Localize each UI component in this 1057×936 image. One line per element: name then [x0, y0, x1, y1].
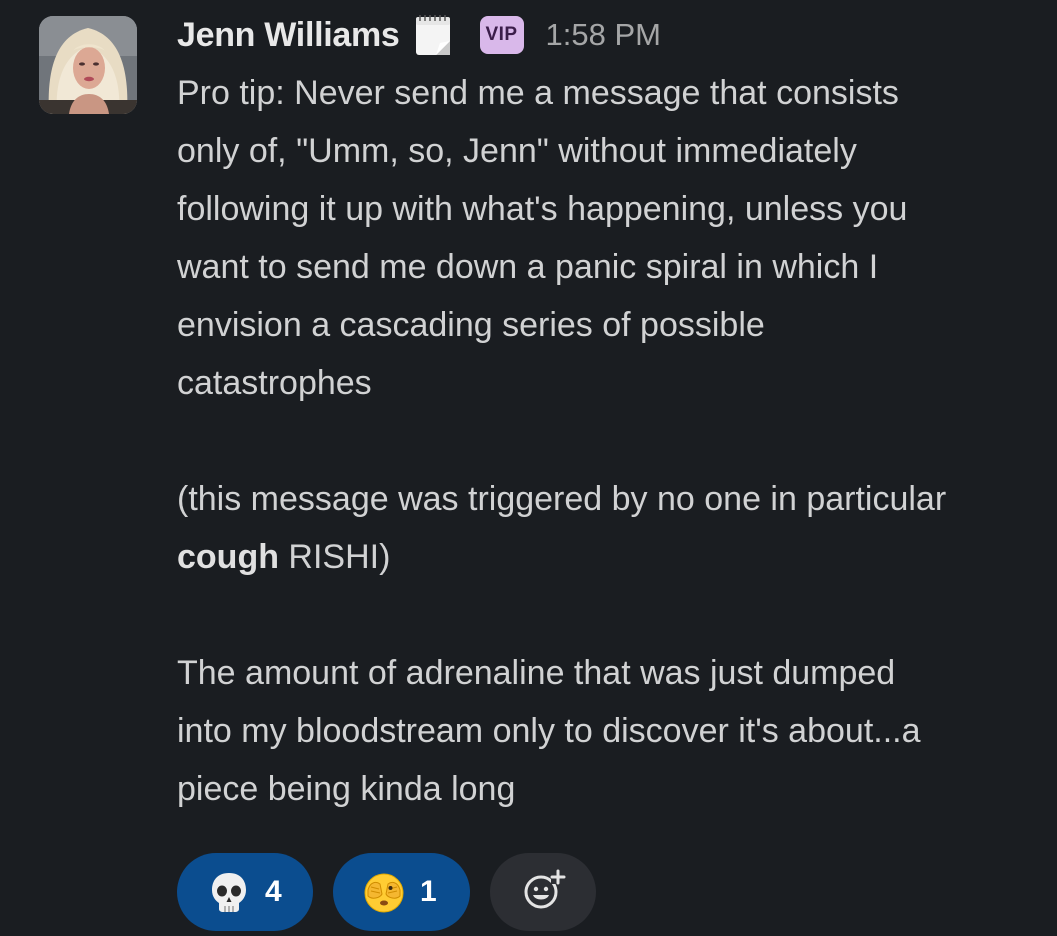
- reaction-count: 1: [420, 875, 437, 908]
- message: Jenn Williams VIP 1:58 PM Pro tip: Never…: [0, 0, 1057, 936]
- bold-text: cough: [177, 538, 279, 576]
- message-line: envision a cascading series of possible: [177, 306, 765, 344]
- message-line: The amount of adrenaline that was just d…: [177, 654, 896, 692]
- skull-icon: [207, 870, 251, 914]
- add-reaction-icon: [520, 867, 566, 918]
- vip-badge-label: VIP: [485, 24, 518, 45]
- message-line: want to send me down a panic spiral in w…: [177, 248, 879, 286]
- reaction-bar: 4 1: [177, 853, 596, 931]
- reaction-skull[interactable]: 4: [177, 853, 313, 931]
- message-timestamp[interactable]: 1:58 PM: [546, 17, 661, 53]
- message-line: only of, "Umm, so, Jenn" without immedia…: [177, 132, 857, 170]
- message-line: Pro tip: Never send me a message that co…: [177, 74, 899, 112]
- message-line: cough RISHI): [177, 528, 1047, 586]
- avatar-image: [39, 16, 137, 114]
- message-text-after-bold: RISHI): [278, 538, 391, 576]
- message-header: Jenn Williams VIP 1:58 PM: [177, 13, 661, 57]
- message-line: (this message was triggered by no one in…: [177, 480, 947, 518]
- add-reaction-button[interactable]: [490, 853, 596, 931]
- message-line: catastrophes: [177, 364, 372, 402]
- vip-badge[interactable]: VIP: [479, 16, 524, 54]
- calendar-icon: [412, 13, 454, 57]
- face-with-peeking-eye-icon: [362, 870, 406, 914]
- avatar[interactable]: [39, 16, 137, 114]
- message-line: into my bloodstream only to discover it'…: [177, 712, 921, 750]
- reaction-count: 4: [265, 875, 282, 908]
- paragraph-break: [177, 586, 1047, 644]
- message-line: following it up with what's happening, u…: [177, 190, 908, 228]
- sender-name[interactable]: Jenn Williams: [177, 16, 400, 55]
- paragraph-break: [177, 412, 1047, 470]
- reaction-peeking-face[interactable]: 1: [333, 853, 470, 931]
- message-line: piece being kinda long: [177, 770, 516, 808]
- message-body: Pro tip: Never send me a message that co…: [177, 64, 1047, 818]
